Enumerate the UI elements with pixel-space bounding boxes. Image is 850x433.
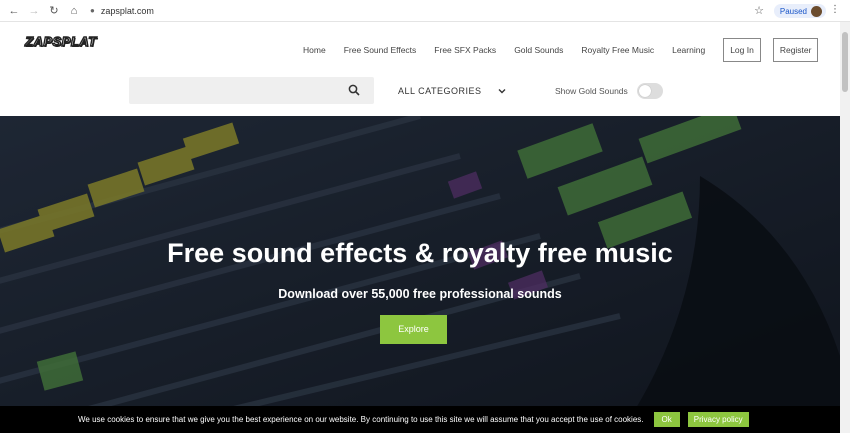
nav-free-sound-effects[interactable]: Free Sound Effects xyxy=(344,45,417,55)
back-icon[interactable]: ← xyxy=(8,5,20,17)
menu-icon[interactable]: ⋮ xyxy=(830,4,840,15)
search-icon[interactable] xyxy=(348,84,360,96)
search-input[interactable] xyxy=(129,77,329,104)
nav-royalty-free-music[interactable]: Royalty Free Music xyxy=(581,45,654,55)
nav-home[interactable]: Home xyxy=(303,45,326,55)
site-logo[interactable]: ZAPSPLAT xyxy=(24,33,97,49)
cookie-ok-button[interactable]: Ok xyxy=(653,412,680,427)
hero-subtitle: Download over 55,000 free professional s… xyxy=(278,287,562,301)
nav-learning[interactable]: Learning xyxy=(672,45,705,55)
browser-toolbar: ← → ↻ ⌂ ● zapsplat.com ☆ Paused ⋮ xyxy=(0,0,850,22)
page-scrollbar[interactable] xyxy=(840,22,850,433)
main-nav: Home Free Sound Effects Free SFX Packs G… xyxy=(303,38,830,62)
home-icon[interactable]: ⌂ xyxy=(68,5,80,17)
cookie-message: We use cookies to ensure that we give yo… xyxy=(78,415,644,424)
login-button[interactable]: Log In xyxy=(723,38,761,62)
nav-free-sfx-packs[interactable]: Free SFX Packs xyxy=(434,45,496,55)
scrollbar-thumb[interactable] xyxy=(842,32,848,92)
site-header: ZAPSPLAT Home Free Sound Effects Free SF… xyxy=(0,22,840,116)
profile-button[interactable]: Paused xyxy=(773,4,826,18)
hero-banner: Free sound effects & royalty free music … xyxy=(0,116,840,433)
toggle-knob xyxy=(639,85,651,97)
hero-overlay xyxy=(0,116,840,433)
forward-icon[interactable]: → xyxy=(28,5,40,17)
address-bar[interactable]: zapsplat.com xyxy=(101,6,154,16)
reload-icon[interactable]: ↻ xyxy=(48,5,60,17)
privacy-policy-button[interactable]: Privacy policy xyxy=(687,412,749,427)
chevron-down-icon xyxy=(498,89,506,94)
gold-sounds-toggle[interactable] xyxy=(637,83,663,99)
search-box xyxy=(129,77,374,104)
profile-label: Paused xyxy=(779,6,807,16)
category-select-label: ALL CATEGORIES xyxy=(398,86,482,96)
star-icon[interactable]: ☆ xyxy=(754,4,764,17)
category-select[interactable]: ALL CATEGORIES xyxy=(398,86,506,96)
cookie-banner: We use cookies to ensure that we give yo… xyxy=(0,406,840,433)
avatar xyxy=(811,5,822,17)
lock-icon[interactable]: ● xyxy=(90,6,95,15)
explore-button[interactable]: Explore xyxy=(380,315,447,344)
gold-toggle-label: Show Gold Sounds xyxy=(555,86,628,96)
nav-gold-sounds[interactable]: Gold Sounds xyxy=(514,45,563,55)
hero-title: Free sound effects & royalty free music xyxy=(167,238,673,268)
register-button[interactable]: Register xyxy=(772,38,819,62)
